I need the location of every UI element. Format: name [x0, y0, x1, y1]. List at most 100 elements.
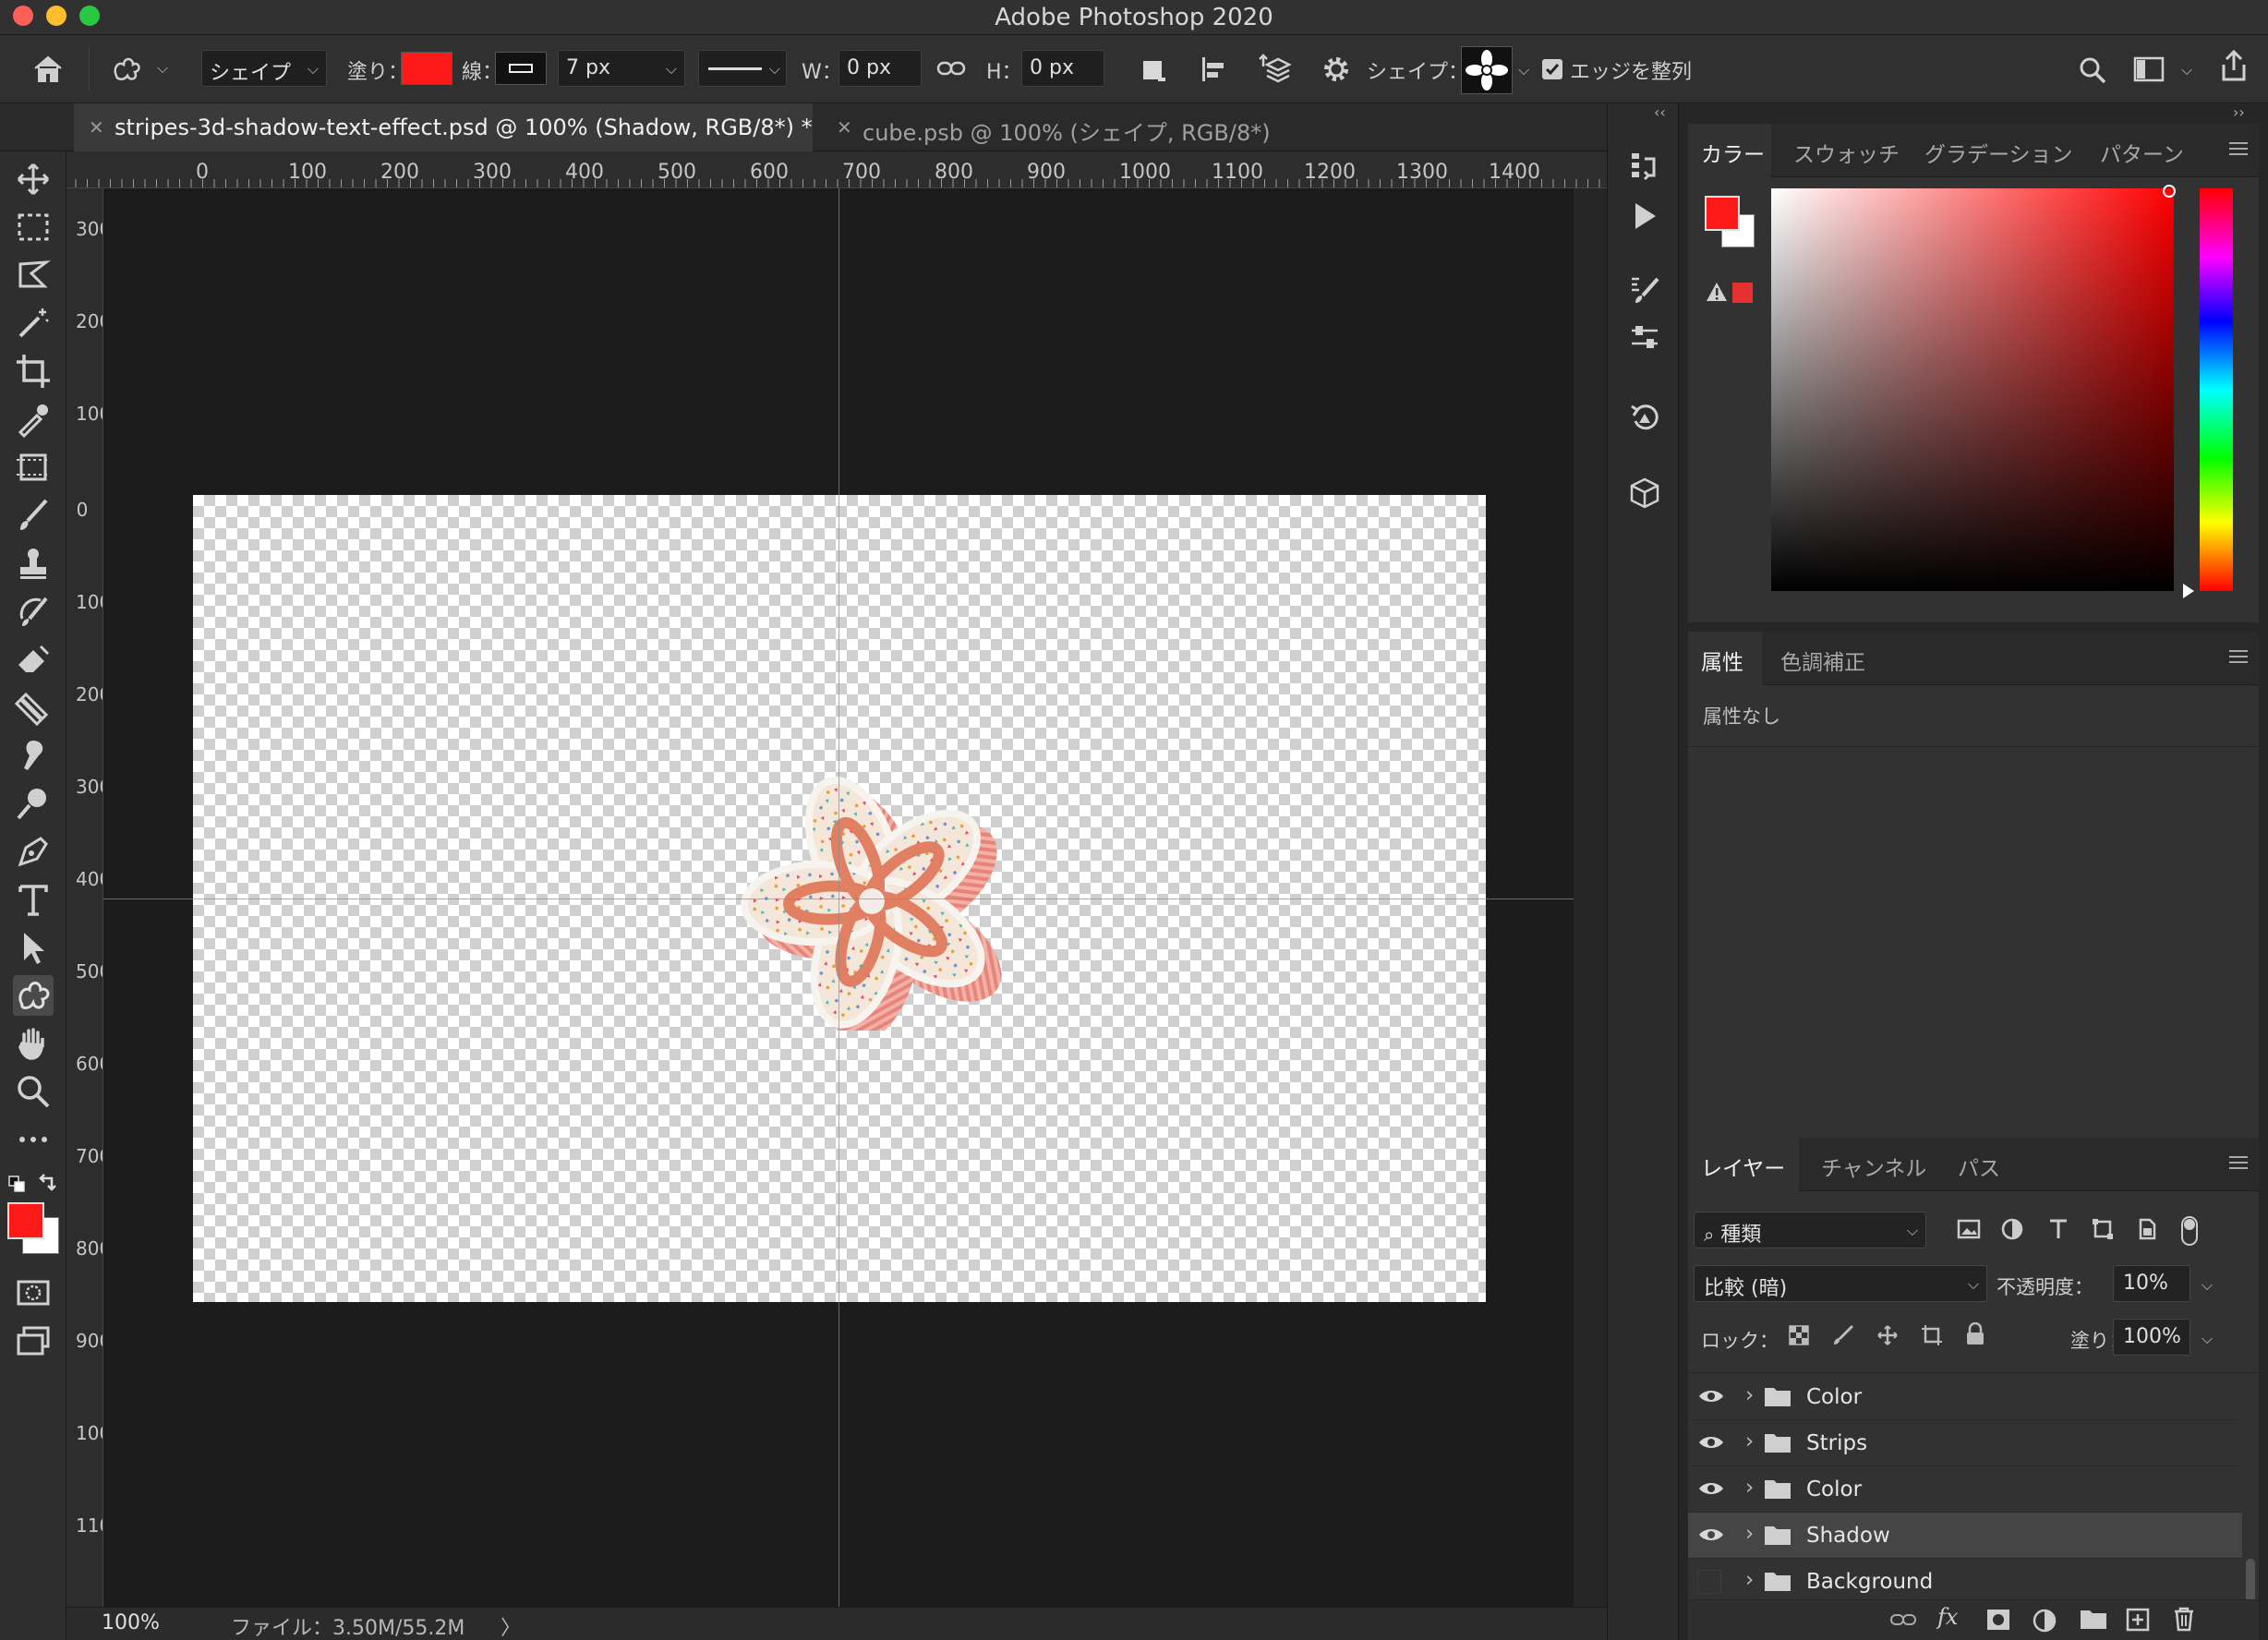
- new-layer-icon[interactable]: [2126, 1608, 2150, 1635]
- path-selection-tool-icon[interactable]: [13, 927, 54, 968]
- tab-channels[interactable]: チャンネル: [1821, 1151, 1926, 1182]
- layer-name[interactable]: Color: [1806, 1385, 1862, 1409]
- path-alignment-icon[interactable]: [1199, 54, 1230, 85]
- custom-shape-tool-preset-icon[interactable]: [109, 52, 146, 85]
- height-input[interactable]: 0 px: [1021, 50, 1104, 87]
- tab-paths[interactable]: パス: [1958, 1151, 2000, 1182]
- zoom-level[interactable]: 100%: [102, 1611, 160, 1634]
- hue-slider-handle[interactable]: [2183, 584, 2194, 598]
- lasso-tool-icon[interactable]: [13, 255, 54, 295]
- swap-colors-icon[interactable]: [37, 1173, 59, 1199]
- tab-color[interactable]: カラー: [1701, 137, 1765, 168]
- lock-transparent-icon[interactable]: [1788, 1324, 1810, 1350]
- chevron-right-icon[interactable]: ›: [1745, 1568, 1754, 1592]
- smudge-tool-icon[interactable]: [13, 735, 54, 776]
- actions-play-icon[interactable]: [1628, 199, 1661, 236]
- panel-menu-icon[interactable]: [2229, 1156, 2248, 1173]
- status-menu-arrow[interactable]: 〉: [501, 1611, 521, 1640]
- saturation-brightness-field[interactable]: [1771, 185, 2176, 591]
- adjustments-sliders-icon[interactable]: [1628, 321, 1661, 358]
- workspace-icon[interactable]: [2133, 55, 2165, 83]
- panel-menu-icon[interactable]: [2229, 650, 2248, 667]
- chevron-down-icon[interactable]: ⌵: [2202, 1330, 2213, 1348]
- history-panel-icon[interactable]: [1628, 150, 1661, 187]
- close-tab-icon[interactable]: ✕: [89, 116, 104, 139]
- layer-row[interactable]: › Color: [1688, 1374, 2242, 1420]
- lock-position-icon[interactable]: [1876, 1324, 1899, 1350]
- home-icon[interactable]: [31, 54, 65, 85]
- vertical-guide[interactable]: [838, 188, 839, 1607]
- new-adjustment-layer-icon[interactable]: [2032, 1608, 2057, 1637]
- panel-menu-icon[interactable]: [2229, 142, 2248, 159]
- more-tools-icon[interactable]: [13, 1119, 54, 1160]
- layer-name[interactable]: Strips: [1806, 1431, 1867, 1455]
- chevron-right-icon[interactable]: ›: [1745, 1522, 1754, 1546]
- layer-styles-icon[interactable]: fx: [1937, 1604, 1958, 1630]
- frame-tool-icon[interactable]: [13, 447, 54, 488]
- eye-icon[interactable]: [1697, 1525, 1725, 1550]
- layer-name[interactable]: Background: [1806, 1570, 1933, 1594]
- hue-slider[interactable]: [2200, 188, 2233, 591]
- path-operations-icon[interactable]: [1138, 54, 1169, 85]
- opacity-input[interactable]: 10%: [2113, 1265, 2190, 1302]
- gear-icon[interactable]: [1321, 54, 1352, 85]
- filter-type-icon[interactable]: [2046, 1217, 2070, 1245]
- tab-layers[interactable]: レイヤー: [1701, 1151, 1785, 1182]
- stroke-color-swatch[interactable]: [495, 52, 547, 85]
- collapse-arrows-icon[interactable]: ‹‹: [1654, 103, 1666, 121]
- document-tab-active[interactable]: ✕ stripes-3d-shadow-text-effect.psd @ 10…: [74, 103, 813, 151]
- gradient-tool-icon[interactable]: [13, 687, 54, 728]
- warning-icon[interactable]: [1705, 281, 1729, 307]
- canvas-area[interactable]: [103, 188, 1574, 1607]
- path-arrangement-icon[interactable]: [1258, 52, 1293, 87]
- eye-icon[interactable]: [1697, 1479, 1725, 1503]
- tab-swatches[interactable]: スウォッチ: [1793, 137, 1900, 168]
- link-icon[interactable]: [936, 57, 966, 79]
- link-layers-icon[interactable]: [1889, 1610, 1917, 1634]
- transform-rotate-icon[interactable]: [1628, 401, 1661, 438]
- quick-mask-icon[interactable]: [13, 1272, 54, 1313]
- foreground-color-swatch[interactable]: [7, 1202, 44, 1239]
- brush-settings-icon[interactable]: [1628, 273, 1661, 310]
- new-group-icon[interactable]: [2080, 1608, 2107, 1634]
- blend-mode-select[interactable]: 比較 (暗) ⌵: [1694, 1265, 1987, 1302]
- width-input[interactable]: 0 px: [838, 50, 922, 87]
- fill-input[interactable]: 100%: [2113, 1319, 2190, 1356]
- layer-row[interactable]: › Strips: [1688, 1420, 2242, 1466]
- layer-name[interactable]: Shadow: [1806, 1524, 1890, 1548]
- search-icon[interactable]: [2078, 55, 2107, 85]
- filter-shape-icon[interactable]: [2091, 1217, 2115, 1245]
- brush-tool-icon[interactable]: [13, 495, 54, 536]
- layer-name[interactable]: Color: [1806, 1477, 1862, 1501]
- magic-wand-tool-icon[interactable]: [13, 303, 54, 344]
- eyedropper-tool-icon[interactable]: [13, 399, 54, 440]
- chevron-down-icon[interactable]: ⌵: [1518, 61, 1529, 79]
- share-icon[interactable]: [2218, 50, 2250, 83]
- chevron-down-icon[interactable]: ⌵: [157, 59, 168, 78]
- shape-picker[interactable]: [1461, 46, 1513, 94]
- tab-properties[interactable]: 属性: [1701, 645, 1743, 676]
- document-tab[interactable]: ✕ cube.psb @ 100% (シェイプ, RGB/8*): [822, 103, 1302, 151]
- crop-tool-icon[interactable]: [13, 351, 54, 392]
- layer-row-selected[interactable]: › Shadow: [1688, 1513, 2242, 1559]
- stamp-tool-icon[interactable]: [13, 543, 54, 584]
- lock-artboard-icon[interactable]: [1921, 1324, 1943, 1350]
- foreground-color-swatch[interactable]: [1705, 196, 1740, 231]
- chevron-down-icon[interactable]: ⌵: [2202, 1276, 2213, 1295]
- align-edges-checkbox[interactable]: [1542, 59, 1562, 79]
- eye-icon[interactable]: [1697, 1433, 1725, 1457]
- tab-gradients[interactable]: グラデーション: [1924, 137, 2073, 168]
- eye-icon[interactable]: [1697, 1387, 1725, 1411]
- tab-adjustments[interactable]: 色調補正: [1780, 645, 1865, 676]
- tab-patterns[interactable]: パターン: [2100, 137, 2184, 168]
- layer-row[interactable]: › Color: [1688, 1466, 2242, 1513]
- layer-row[interactable]: › Background: [1688, 1559, 2242, 1605]
- tool-mode-select[interactable]: シェイプ ⌵: [201, 50, 327, 87]
- stroke-width-input[interactable]: 7 px ⌵: [558, 50, 685, 87]
- filter-pixel-icon[interactable]: [1956, 1217, 1982, 1245]
- layer-filter-select[interactable]: ⌕ 種類 ⌵: [1694, 1212, 1926, 1248]
- hand-tool-icon[interactable]: [13, 1023, 54, 1064]
- fill-color-swatch[interactable]: [401, 52, 452, 85]
- custom-shape-tool-icon[interactable]: [13, 975, 54, 1016]
- pen-tool-icon[interactable]: [13, 831, 54, 872]
